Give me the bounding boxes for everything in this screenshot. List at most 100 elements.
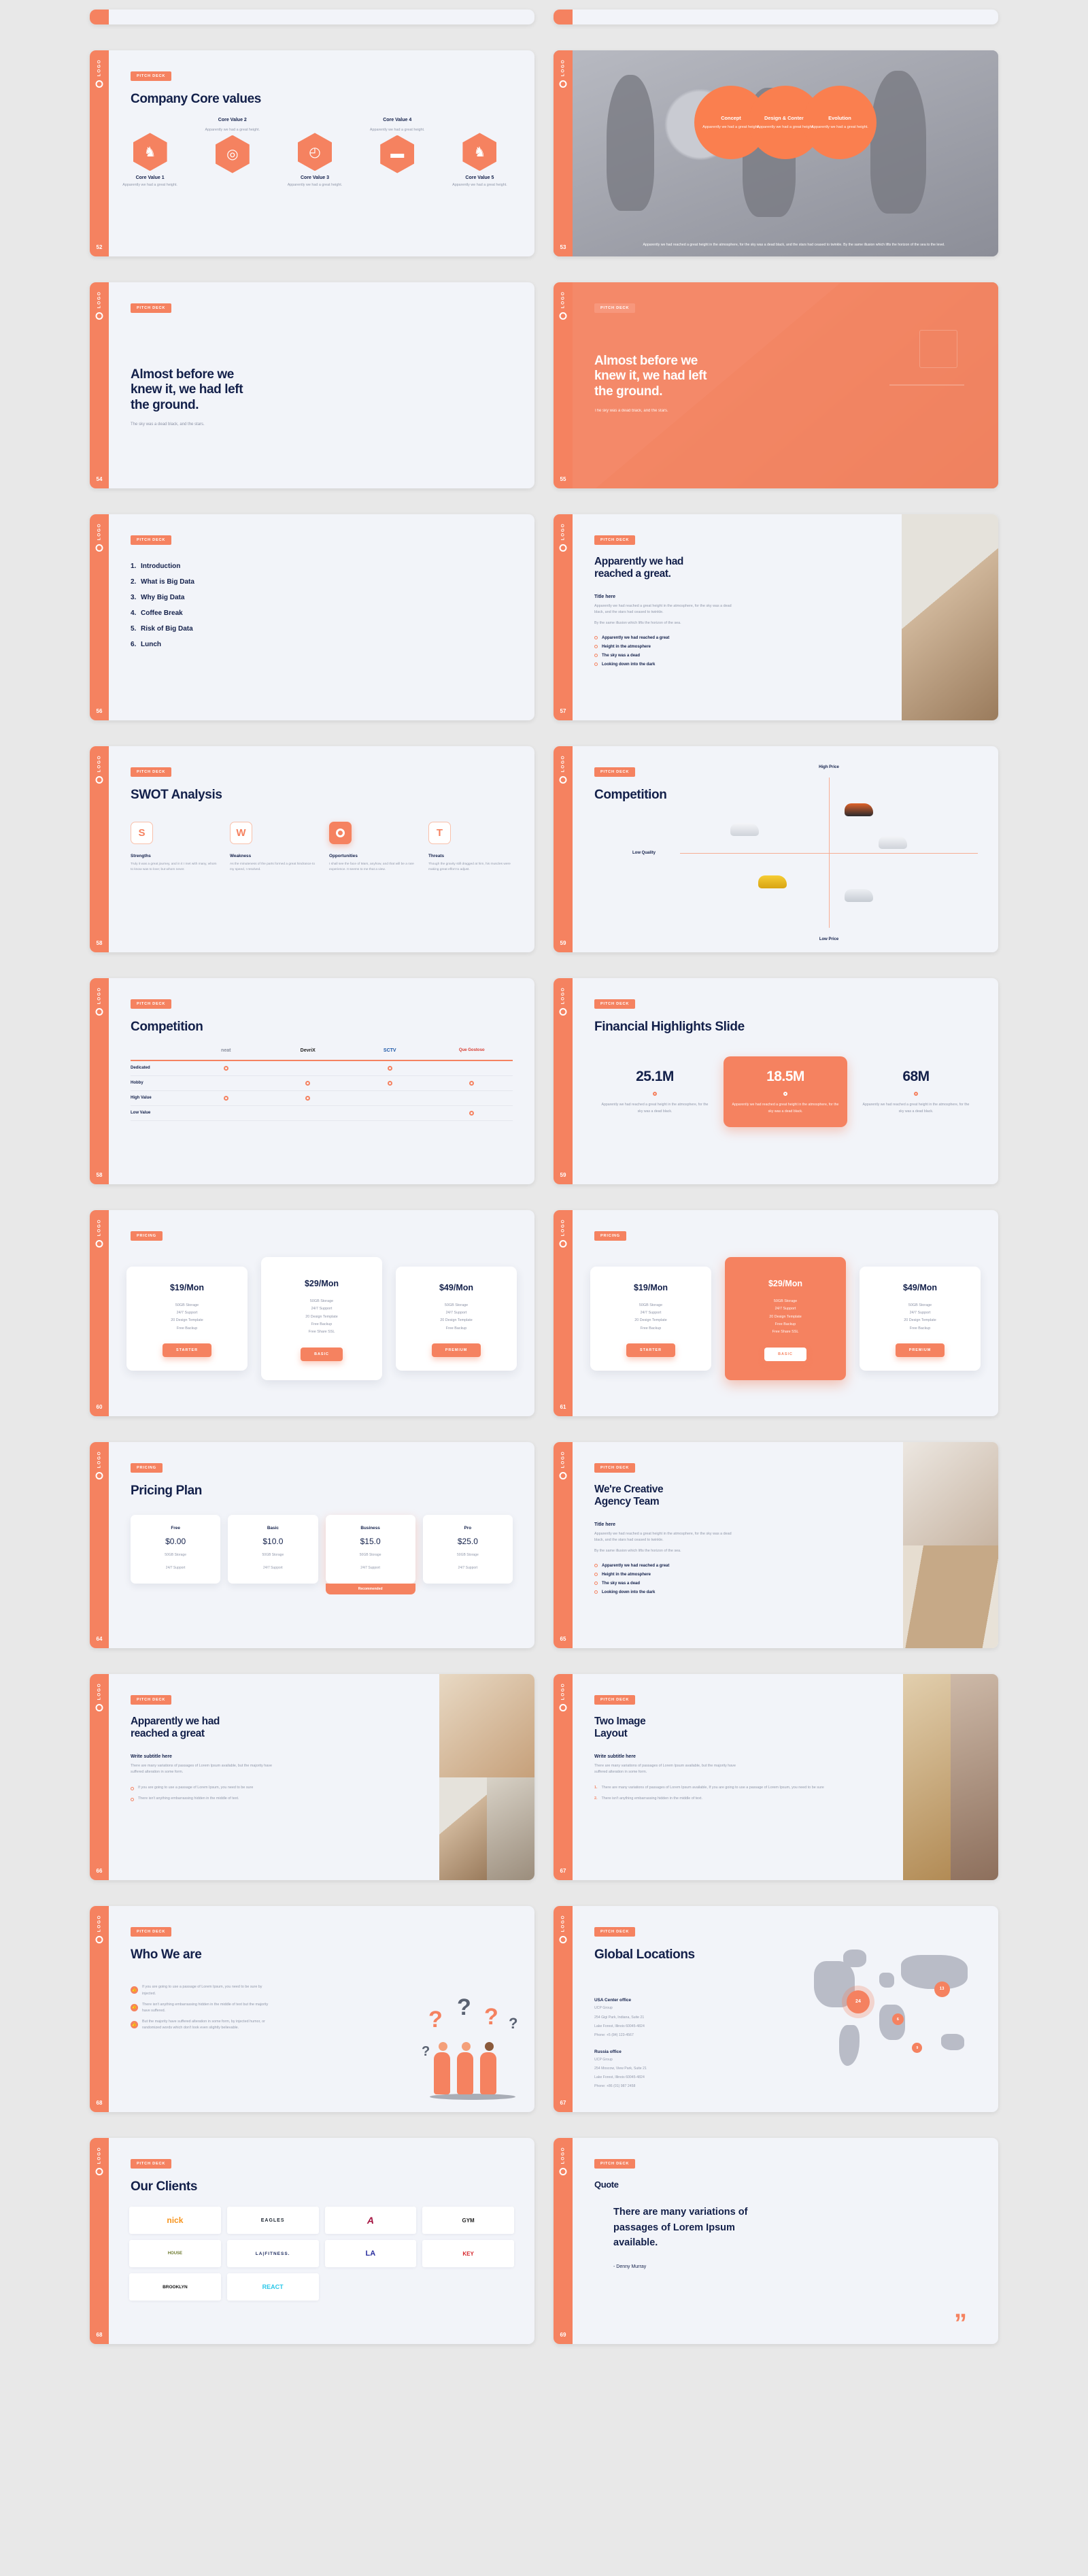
client-logo-react[interactable]: REACT (226, 2273, 319, 2301)
core-value-item[interactable]: ◴ Core Value 3 Apparently we had a great… (273, 133, 356, 188)
plan-cta-button[interactable]: BASIC (764, 1347, 806, 1361)
section-tag: PITCH DECK (131, 1695, 172, 1705)
slide-creative-team[interactable]: LOGO 65 PITCH DECK We're Creative Agency… (554, 1442, 998, 1648)
plan-card-basic[interactable]: Basic $10.0 50GB Storage 24/7 Support (228, 1515, 318, 1584)
pricing-card-starter[interactable]: $19/Mon 50GB Storage 24/7 Support 20 Des… (590, 1266, 711, 1371)
slide-partial-right (554, 10, 998, 24)
core-value-item[interactable]: Core Value 4 Apparently we had a great h… (356, 118, 439, 173)
table-row[interactable]: High Value (131, 1091, 513, 1106)
swot-item-strengths[interactable]: S Strengths Truly it was a great journey… (131, 822, 219, 873)
core-value-item[interactable]: ♞ Core Value 1 Apparently we had a great… (109, 133, 191, 188)
clock-icon: ◴ (298, 133, 332, 171)
bullet-text: Apparently we had reached a great (602, 635, 670, 640)
slide-core-values[interactable]: LOGO 52 PITCH DECK Company Core values ♞… (90, 50, 534, 256)
slide-competition-quadrant[interactable]: LOGO 59 PITCH DECK Competition High Pric… (554, 746, 998, 952)
swot-item-weakness[interactable]: W Weakness As the minuteness of the part… (230, 822, 318, 873)
stat-card[interactable]: 25.1M Apparently we had reached a great … (593, 1056, 717, 1126)
slide-process-blobs[interactable]: LOGO 53 Concept Apparently we had a grea… (554, 50, 998, 256)
slide-agenda[interactable]: LOGO 56 PITCH DECK 1. Introduction 2. What… (90, 514, 534, 720)
page-title: Pricing Plan (131, 1484, 203, 1498)
section-tag: PITCH DECK (131, 999, 172, 1009)
slide-rail: LOGO 58 (90, 978, 109, 1184)
agenda-item[interactable]: 6. Lunch (131, 641, 534, 648)
page-title: Financial Highlights Slide (594, 1020, 745, 1034)
table-row[interactable]: Dedicated (131, 1061, 513, 1076)
office-line: UCP Group (594, 2057, 613, 2062)
slide-hero-orange[interactable]: LOGO 55 PITCH DECK Almost before we knew… (554, 282, 998, 488)
blob-item[interactable]: Evolution Apparently we had a great heig… (803, 86, 877, 159)
plan-cta-button[interactable]: PREMIUM (431, 1343, 481, 1358)
pricing-card-premium[interactable]: $49/Mon 50GB Storage 24/7 Support 20 Des… (860, 1266, 981, 1371)
slide-financial-highlights[interactable]: LOGO 59 PITCH DECK Financial Highlights … (554, 978, 998, 1184)
client-logo-eagles[interactable]: EAGLES (226, 2207, 319, 2235)
bullet-item[interactable]: 👍 If you are going to use a passage of Lo… (131, 1984, 270, 1996)
pricing-card-premium[interactable]: $49/Mon 50GB Storage 24/7 Support 20 Des… (396, 1266, 517, 1371)
plan-card-business[interactable]: Business $15.0 50GB Storage 24/7 Support… (325, 1515, 415, 1595)
client-logo-nick[interactable]: nick (129, 2207, 221, 2235)
client-logo-braves[interactable]: A (324, 2207, 417, 2235)
slide-competition-table[interactable]: LOGO 58 PITCH DECK Competition neat Devr… (90, 978, 534, 1184)
agenda-item[interactable]: 1. Introduction (131, 563, 534, 570)
slide-rail: LOGO 68 (90, 2138, 109, 2344)
table-row[interactable]: Hobby (131, 1076, 513, 1091)
bullet-item[interactable]: 👍 But the majority have suffered alterati… (131, 2019, 270, 2031)
agenda-item[interactable]: 3. Why Big Data (131, 594, 534, 601)
check-ring-icon (223, 1095, 228, 1101)
plan-cta-button[interactable]: PREMIUM (895, 1343, 945, 1358)
agenda-item[interactable]: 5. Risk of Big Data (131, 625, 534, 633)
slide-two-image-layout[interactable]: LOGO 67 PITCH DECK Two Image Layout Writ… (554, 1674, 998, 1880)
plan-feature: 50GB Storage (457, 1553, 479, 1558)
agenda-item[interactable]: 4. Coffee Break (131, 609, 534, 617)
page-number: 54 (96, 476, 103, 482)
agenda-item[interactable]: 2. What is Big Data (131, 578, 534, 586)
plan-cta-button[interactable]: BASIC (301, 1347, 343, 1361)
agenda-list: 1. Introduction 2. What is Big Data 3. Why … (131, 563, 534, 648)
quadrant-chart: High Price Low Price Low Quality High Qu… (632, 765, 983, 941)
plan-price: $29/Mon (768, 1279, 802, 1288)
page-number: 52 (96, 244, 103, 250)
pricing-card-basic[interactable]: $29/Mon 50GB Storage 24/7 Support 20 Des… (261, 1257, 382, 1380)
pricing-card-basic-highlighted[interactable]: $29/Mon 50GB Storage 24/7 Support 20 Des… (725, 1257, 846, 1380)
plan-card-pro[interactable]: Pro $25.0 50GB Storage 24/7 Support (422, 1515, 513, 1584)
bullet-item[interactable]: 👍 There isn't anything embarrassing hidde… (131, 2002, 270, 2014)
slide-pricing-highlight[interactable]: LOGO 61 PRICING $19/Mon 50GB Storage 24/… (554, 1210, 998, 1416)
swot-item-opportunities[interactable]: Opportunities I shall see the face of Ma… (329, 822, 418, 873)
core-value-item[interactable]: ♞ Core Value 5 Apparently we had a great… (439, 133, 521, 188)
slide-swot[interactable]: LOGO 58 PITCH DECK SWOT Analysis S Stren… (90, 746, 534, 952)
swot-letter-badge: W (230, 822, 252, 845)
slide-pricing-plan[interactable]: LOGO 64 PRICING Pricing Plan Free $0.00 … (90, 1442, 534, 1648)
table-row[interactable]: Low Value (131, 1106, 513, 1121)
slide-hero-light[interactable]: LOGO 54 PITCH DECK Almost before we knew… (90, 282, 534, 488)
core-values-row: ♞ Core Value 1 Apparently we had a great… (109, 118, 534, 203)
client-logo-la[interactable]: LA (324, 2240, 417, 2268)
swot-item-threats[interactable]: T Threats Though the gravity still dragg… (428, 822, 517, 873)
client-logo-house[interactable]: HOUSE (129, 2240, 221, 2268)
client-logo-gym[interactable]: GYM (422, 2207, 514, 2235)
competition-table: neat DevriX SCTV Que Gostoso Dedicated H… (131, 1048, 513, 1121)
slide-our-clients[interactable]: LOGO 68 PITCH DECK Our Clients nick EAGL… (90, 2138, 534, 2344)
stat-card[interactable]: 68M Apparently we had reached a great he… (854, 1056, 978, 1126)
slide-reached-great-2[interactable]: LOGO 66 PITCH DECK Apparently we had rea… (90, 1674, 534, 1880)
client-logo-brooklyn[interactable]: BROOKLYN (129, 2273, 221, 2301)
plan-cta-button[interactable]: STARTER (626, 1343, 676, 1358)
stat-card-highlighted[interactable]: 18.5M Apparently we had reached a great … (724, 1056, 847, 1127)
logo-text: LOGO (560, 58, 566, 77)
client-logo-key[interactable]: KEY (422, 2240, 514, 2268)
slide-rail: LOGO 59 (554, 978, 573, 1184)
logo-ring-icon (559, 1936, 567, 1943)
slide-reached-great[interactable]: LOGO 57 PITCH DECK Apparently we had rea… (554, 514, 998, 720)
client-logo-lafitness[interactable]: LA|FITNESS. (226, 2240, 319, 2268)
logo-ring-icon (95, 1240, 103, 1248)
slide-global-locations[interactable]: LOGO 67 24 6 13 9 PITCH DECK Global Loca… (554, 1906, 998, 2112)
slide-quote[interactable]: LOGO 69 PITCH DECK Quote There are many … (554, 2138, 998, 2344)
core-value-item[interactable]: Core Value 2 Apparently we had a great h… (191, 118, 273, 173)
pricing-card-starter[interactable]: $19/Mon 50GB Storage 24/7 Support 20 Des… (126, 1266, 248, 1371)
slide-pricing-light[interactable]: LOGO 60 PRICING $19/Mon 50GB Storage 24/… (90, 1210, 534, 1416)
plan-cta-button[interactable]: STARTER (162, 1343, 212, 1358)
plan-card-free[interactable]: Free $0.00 50GB Storage 24/7 Support (131, 1515, 221, 1584)
page-title: Two Image Layout (594, 1716, 646, 1740)
plan-feature: 50GB Storage (165, 1553, 186, 1558)
feature: 20 Design Template (305, 1314, 338, 1319)
slide-who-we-are[interactable]: LOGO 68 ? ? ? ? ? PITCH DECK Who We are … (90, 1906, 534, 2112)
chess-knight-icon: ♞ (133, 133, 167, 171)
